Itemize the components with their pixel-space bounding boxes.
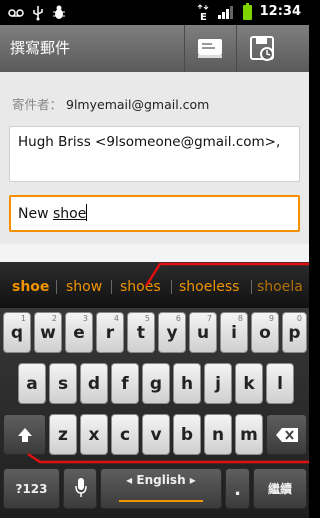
annotation-line-shift <box>27 452 309 464</box>
annotation-line-suggestions <box>144 262 309 287</box>
annotation-overlay <box>27 262 309 464</box>
